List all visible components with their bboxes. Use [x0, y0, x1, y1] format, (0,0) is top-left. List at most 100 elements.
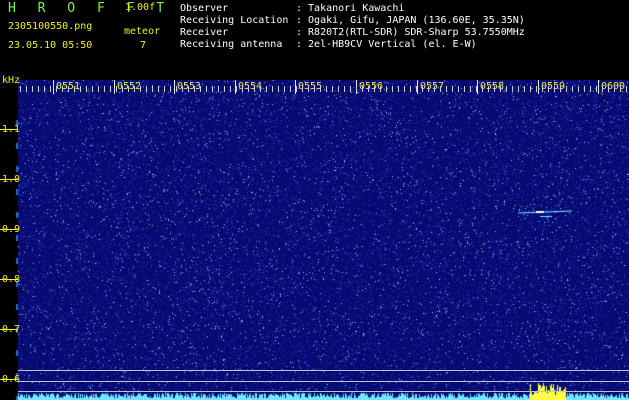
- minor-time-tick: [332, 86, 333, 92]
- time-tick: [174, 80, 175, 94]
- minor-time-tick: [140, 86, 141, 92]
- freq-tick: [0, 379, 18, 380]
- minor-time-tick: [344, 86, 345, 92]
- minor-time-tick: [440, 86, 441, 92]
- minor-time-tick: [32, 86, 33, 92]
- time-tick: [53, 80, 54, 94]
- antenna-value: : 2el-HB9CV Vertical (el. E-W): [296, 39, 477, 50]
- minor-time-tick: [518, 86, 519, 92]
- time-tick: [477, 80, 478, 94]
- minor-time-tick: [86, 86, 87, 92]
- minor-time-tick: [554, 86, 555, 92]
- minor-time-tick: [542, 86, 543, 92]
- minor-time-tick: [200, 86, 201, 92]
- freq-tick: [0, 279, 18, 280]
- minor-time-tick: [92, 86, 93, 92]
- minor-time-tick: [614, 86, 615, 92]
- minor-time-tick: [362, 86, 363, 92]
- antenna-key: Receiving antenna: [180, 39, 283, 50]
- minor-time-tick: [386, 86, 387, 92]
- time-tick: [114, 80, 115, 94]
- minor-time-tick: [548, 86, 549, 92]
- minor-time-tick: [248, 86, 249, 92]
- minor-time-tick: [152, 86, 153, 92]
- minor-time-tick: [158, 86, 159, 92]
- reference-line: [18, 381, 629, 382]
- observer-value: : Takanori Kawachi: [296, 3, 405, 14]
- minor-time-tick: [536, 86, 537, 92]
- minor-time-tick: [524, 86, 525, 92]
- minor-time-tick: [350, 86, 351, 92]
- minor-time-tick: [434, 86, 435, 92]
- minor-time-tick: [116, 86, 117, 92]
- minor-time-tick: [278, 86, 279, 92]
- minor-time-tick: [74, 86, 75, 92]
- minor-time-tick: [410, 86, 411, 92]
- minor-time-tick: [416, 86, 417, 92]
- location-key: Receiving Location: [180, 15, 289, 26]
- minor-time-tick: [68, 86, 69, 92]
- minor-time-tick: [26, 86, 27, 92]
- minor-time-tick: [314, 86, 315, 92]
- minor-time-tick: [566, 86, 567, 92]
- minor-time-tick: [608, 86, 609, 92]
- minor-time-tick: [122, 86, 123, 92]
- minor-time-tick: [230, 86, 231, 92]
- minor-time-tick: [584, 86, 585, 92]
- minor-time-tick: [80, 86, 81, 92]
- minor-time-tick: [512, 86, 513, 92]
- minor-time-tick: [20, 86, 21, 92]
- minor-time-tick: [596, 86, 597, 92]
- minor-time-tick: [464, 86, 465, 92]
- minor-time-tick: [620, 86, 621, 92]
- minor-time-tick: [182, 86, 183, 92]
- minor-time-tick: [236, 86, 237, 92]
- receiver-value: : R820T2(RTL-SDR) SDR-Sharp 53.7550MHz: [296, 27, 525, 38]
- minor-time-tick: [572, 86, 573, 92]
- minor-time-tick: [56, 86, 57, 92]
- minor-time-tick: [626, 86, 627, 92]
- minor-time-tick: [296, 86, 297, 92]
- receiver-key: Receiver: [180, 27, 229, 38]
- minor-time-tick: [170, 86, 171, 92]
- minor-time-tick: [470, 86, 471, 92]
- minor-time-tick: [284, 86, 285, 92]
- time-label: 0552: [117, 81, 142, 92]
- freq-tick: [0, 329, 18, 330]
- timestamp: 23.05.10 05:50: [8, 40, 93, 51]
- version-label: 1.00f: [125, 2, 156, 13]
- minor-time-tick: [560, 86, 561, 92]
- minor-time-tick: [308, 86, 309, 92]
- minor-time-tick: [164, 86, 165, 92]
- minor-time-tick: [578, 86, 579, 92]
- freq-unit-label: kHz: [2, 75, 21, 86]
- minor-time-tick: [530, 86, 531, 92]
- minor-time-tick: [422, 86, 423, 92]
- minor-time-tick: [482, 86, 483, 92]
- minor-time-tick: [506, 86, 507, 92]
- time-tick: [538, 80, 539, 94]
- time-tick: [598, 80, 599, 94]
- minor-time-tick: [446, 86, 447, 92]
- minor-time-tick: [476, 86, 477, 92]
- minor-time-tick: [458, 86, 459, 92]
- reference-line: [18, 391, 629, 392]
- minor-time-tick: [254, 86, 255, 92]
- file-name: 2305100550.png: [8, 21, 93, 32]
- spectrogram-waterfall: [0, 80, 629, 400]
- minor-time-tick: [602, 86, 603, 92]
- minor-time-tick: [38, 86, 39, 92]
- minor-time-tick: [260, 86, 261, 92]
- minor-time-tick: [392, 86, 393, 92]
- minor-time-tick: [452, 86, 453, 92]
- freq-tick: [0, 229, 18, 230]
- minor-time-tick: [326, 86, 327, 92]
- freq-tick: [0, 179, 18, 180]
- minor-time-tick: [218, 86, 219, 92]
- minor-time-tick: [290, 86, 291, 92]
- minor-time-tick: [590, 86, 591, 92]
- minor-time-tick: [266, 86, 267, 92]
- minor-time-tick: [404, 86, 405, 92]
- minor-time-tick: [356, 86, 357, 92]
- minor-time-tick: [320, 86, 321, 92]
